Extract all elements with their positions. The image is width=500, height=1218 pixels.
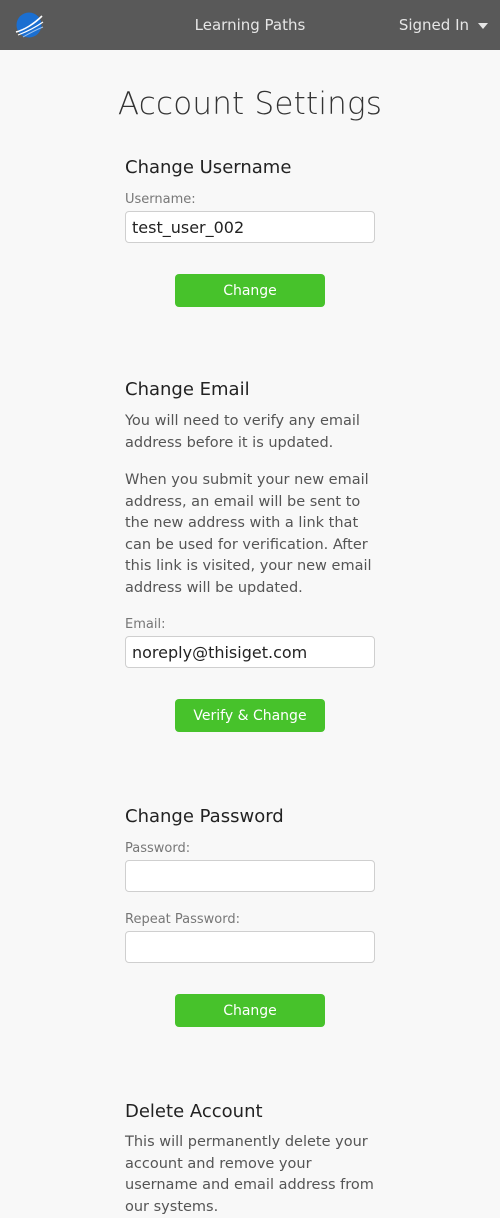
password-input[interactable] [125, 860, 375, 892]
email-input[interactable] [125, 636, 375, 668]
nav-link-learning-paths[interactable]: Learning Paths [195, 16, 306, 34]
user-menu-dropdown[interactable]: Signed In [399, 0, 488, 50]
verify-change-email-button[interactable]: Verify & Change [175, 699, 325, 732]
username-input[interactable] [125, 211, 375, 243]
page-title: Account Settings [117, 86, 383, 122]
email-label: Email: [125, 617, 166, 632]
change-password-section: Change Password Password: Repeat Passwor… [125, 806, 375, 1027]
repeat-password-input[interactable] [125, 931, 375, 963]
repeat-password-label: Repeat Password: [125, 912, 240, 927]
change-username-heading: Change Username [125, 157, 292, 178]
email-verify-note: You will need to verify any email addres… [125, 413, 360, 451]
password-label: Password: [125, 841, 191, 856]
change-username-button[interactable]: Change [175, 274, 325, 307]
delete-account-description: This will permanently delete your accoun… [125, 1134, 374, 1215]
email-verify-explanation: When you submit your new email address, … [125, 472, 372, 596]
delete-account-heading: Delete Account [125, 1101, 263, 1122]
change-username-section: Change Username Username: Change [125, 157, 375, 307]
delete-account-section: Delete Account This will permanently del… [125, 1101, 375, 1218]
globe-logo-icon[interactable] [14, 10, 44, 40]
change-email-heading: Change Email [125, 379, 250, 400]
change-password-button[interactable]: Change [175, 994, 325, 1027]
change-password-heading: Change Password [125, 806, 284, 827]
change-email-section: Change Email You will need to verify any… [125, 379, 375, 732]
caret-down-icon [478, 23, 488, 29]
username-label: Username: [125, 192, 196, 207]
top-navbar: Learning Paths Signed In [0, 0, 500, 50]
user-menu-label: Signed In [398, 16, 469, 34]
